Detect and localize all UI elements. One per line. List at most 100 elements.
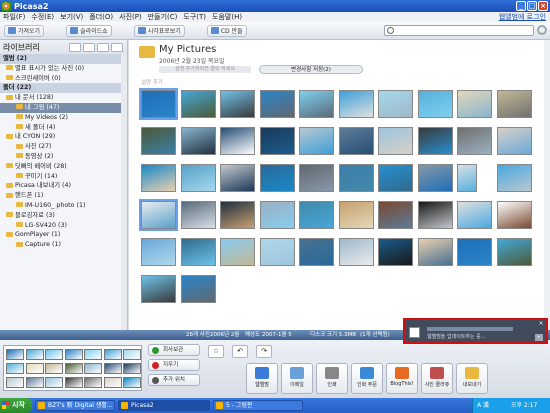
view-list-button[interactable] (97, 43, 109, 52)
photo-thumbnail[interactable] (378, 127, 413, 155)
photo-thumbnail[interactable] (496, 238, 532, 266)
slideshow-button[interactable]: 슬라이드쇼 (66, 24, 112, 37)
sidebar-item[interactable]: GomPlayer (1) (0, 230, 127, 240)
upload-progress-popup[interactable]: 웹앨범을 업데이트하는 중... × ▸ (403, 318, 548, 344)
clear-button[interactable]: 지우기 (148, 359, 200, 371)
tray-thumbnail[interactable] (64, 363, 83, 374)
sidebar-item[interactable]: 새 폴더 (4) (0, 123, 127, 133)
photo-thumbnail[interactable] (338, 201, 374, 229)
menu-file[interactable]: 파일(F) (3, 12, 25, 22)
photo-thumbnail[interactable] (180, 275, 216, 303)
maximize-button[interactable]: □ (527, 1, 537, 11)
menu-help[interactable]: 도움말(H) (212, 12, 242, 22)
photo-thumbnail[interactable] (299, 164, 334, 192)
photo-thumbnail[interactable] (417, 201, 453, 229)
tray-thumbnail[interactable] (25, 363, 44, 374)
menu-view[interactable]: 보기(V) (60, 12, 83, 22)
photo-thumbnail[interactable] (180, 201, 216, 229)
photo-thumbnail[interactable] (259, 238, 295, 266)
minimize-button[interactable]: _ (516, 1, 526, 11)
photo-thumbnail[interactable] (259, 164, 295, 192)
photo-thumbnail[interactable] (141, 275, 176, 303)
view-tree-button[interactable] (83, 43, 95, 52)
sidebar-item[interactable]: 내 CYON (29) (0, 132, 127, 142)
sidebar-item[interactable]: 내 그림 (47) (0, 102, 127, 113)
photo-thumbnail[interactable] (496, 164, 532, 192)
sidebar-item[interactable]: 딧빠의 베이비 (28) (0, 162, 127, 172)
action-button[interactable]: 인쇄 (316, 363, 348, 394)
photo-thumbnail[interactable] (299, 90, 334, 118)
photo-thumbnail[interactable] (220, 201, 255, 229)
photo-thumbnail[interactable] (457, 238, 492, 266)
sidebar-item[interactable]: IM-U160_ photo (1) (0, 201, 127, 211)
taskbar-item-picasa[interactable]: Picasa2 (118, 400, 210, 411)
tray-thumbnail[interactable] (45, 377, 63, 388)
action-button[interactable]: 웹앨범 (246, 363, 278, 394)
menu-folder[interactable]: 폴더(O) (89, 12, 113, 22)
action-button[interactable]: 내보내기 (456, 363, 488, 394)
photo-thumbnail[interactable] (141, 238, 176, 266)
photo-thumbnail[interactable] (259, 127, 295, 155)
sidebar-section[interactable]: 폴더 (22) (0, 83, 127, 94)
tray-thumbnail[interactable] (103, 363, 122, 374)
photo-thumbnail[interactable] (338, 90, 374, 118)
photo-thumbnail[interactable] (299, 127, 334, 155)
tray-thumbnail[interactable] (123, 363, 141, 374)
photo-thumbnail[interactable] (417, 238, 453, 266)
cd-button[interactable]: CD 만들 (206, 24, 247, 37)
photo-thumbnail[interactable] (496, 201, 532, 229)
tray-thumbnail[interactable] (45, 363, 63, 374)
sidebar-item[interactable]: 핸드폰 (1) (0, 191, 127, 201)
photo-thumbnail[interactable] (259, 90, 295, 118)
photo-thumbnail[interactable] (180, 90, 216, 118)
photo-thumbnail[interactable] (139, 88, 178, 120)
menu-edit[interactable]: 수정(E) (31, 12, 54, 22)
tray-thumbnail[interactable] (103, 349, 122, 360)
photo-thumbnail[interactable] (180, 238, 216, 266)
photo-thumbnail[interactable] (457, 90, 492, 118)
tray-thumbnail[interactable] (6, 377, 24, 388)
sidebar-section[interactable]: 앨범 (2) (0, 54, 127, 64)
view-options-button[interactable] (111, 43, 123, 52)
tray-thumbnail[interactable] (84, 363, 102, 374)
tray-thumbnail[interactable] (84, 349, 102, 360)
photo-thumbnail[interactable] (220, 127, 255, 155)
action-button[interactable]: 이메일 (281, 363, 313, 394)
save-changes-button[interactable]: 변경사항 저장(2) (259, 65, 363, 74)
photo-thumbnail[interactable] (141, 164, 176, 192)
language-indicator[interactable]: A 漢 (477, 402, 489, 409)
view-thumbs-button[interactable] (69, 43, 81, 52)
tray-thumbnail[interactable] (103, 377, 122, 388)
action-button[interactable]: 인화 주문 (351, 363, 383, 394)
photo-thumbnail[interactable] (378, 238, 413, 266)
action-button[interactable]: BlogThis! (386, 363, 418, 394)
photo-thumbnail[interactable] (457, 164, 477, 192)
photo-thumbnail[interactable] (378, 201, 413, 229)
sidebar-item[interactable]: Picasa 내보내기 (4) (0, 181, 127, 191)
action-button[interactable]: 사진 콜라쥬 (421, 363, 453, 394)
hold-button[interactable]: 회사보관 (148, 344, 200, 356)
photo-thumbnail[interactable] (378, 90, 413, 118)
import-button[interactable]: 가져오기 (4, 24, 45, 37)
photo-thumbnail[interactable] (496, 90, 532, 118)
photo-thumbnail[interactable] (417, 90, 453, 118)
photo-thumbnail[interactable] (338, 238, 374, 266)
photo-thumbnail[interactable] (220, 90, 255, 118)
rotate-right-button[interactable]: ↷ (256, 345, 272, 358)
tray-thumbnail[interactable] (6, 363, 24, 374)
close-button[interactable]: × (538, 1, 548, 11)
folder-description-field[interactable]: 설명 추가하려면 클릭 하세요 (159, 66, 251, 73)
popup-next-icon[interactable]: ▸ (535, 334, 543, 341)
menu-tools[interactable]: 도구(T) (183, 12, 206, 22)
menu-picture[interactable]: 사진(P) (119, 12, 142, 22)
photo-thumbnail[interactable] (338, 164, 374, 192)
photo-thumbnail[interactable] (457, 127, 492, 155)
sidebar-item[interactable]: 스크린세이버 (0) (0, 74, 127, 84)
tray-thumbnail[interactable] (25, 377, 44, 388)
tray-thumbnail[interactable] (25, 349, 44, 360)
tray-thumbnail[interactable] (64, 349, 83, 360)
star-button[interactable]: ☆ (208, 345, 224, 358)
sidebar-item[interactable]: Capture (1) (0, 240, 127, 250)
tray-thumbnail[interactable] (123, 349, 141, 360)
tray-thumbnail[interactable] (123, 377, 141, 388)
